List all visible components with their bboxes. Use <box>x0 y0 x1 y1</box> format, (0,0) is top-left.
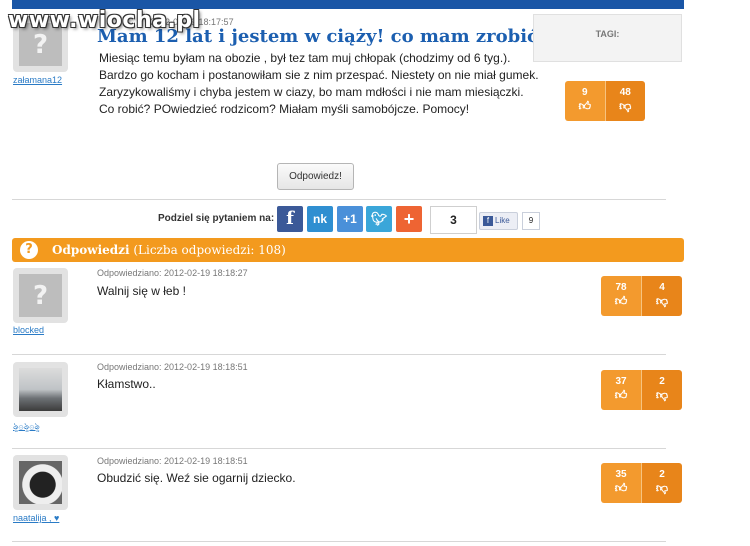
answer-date: Odpowiedziano: 2012-02-19 18:18:51 <box>97 456 248 466</box>
answer-author-link[interactable]: ৡ۞ৡ۞ৡ <box>13 419 40 434</box>
answer-date: Odpowiedziano: 2012-02-19 18:18:51 <box>97 362 248 372</box>
tags-box: TAGI: <box>533 14 682 62</box>
answer-vote-down[interactable]: 4 👎︎ <box>641 276 682 316</box>
answer-vote-down[interactable]: 2 👎︎ <box>641 370 682 410</box>
question-body: Miesiąc temu byłam na obozie , był tez t… <box>99 51 539 116</box>
question-vote-box: 9 👍︎ 48 👎︎ <box>565 81 645 121</box>
twitter-icon[interactable]: 🐦︎ <box>366 206 392 232</box>
share-label: Podziel się pytaniem na: <box>158 213 275 224</box>
like-count: 9 <box>522 212 540 230</box>
answer-vote-box: 78 👍︎ 4 👎︎ <box>601 276 682 316</box>
answer-text: Obudzić się. Weź sie ogarnij dziecko. <box>97 471 296 485</box>
answer-up-count: 78 <box>615 282 627 293</box>
like-label: Like <box>495 216 510 225</box>
share-count: 3 <box>430 206 477 234</box>
answer-vote-up[interactable]: 35 👍︎ <box>601 463 641 503</box>
facebook-small-icon: f <box>483 215 493 226</box>
google-plus-icon[interactable]: +1 <box>337 206 363 232</box>
thumbs-up-icon: 👍︎ <box>614 481 628 495</box>
answer-author-link[interactable]: naatalija , ♥ <box>13 513 59 523</box>
avatar-photo <box>19 461 62 504</box>
answer-author-avatar[interactable] <box>13 362 68 417</box>
answer-vote-box: 35 👍︎ 2 👎︎ <box>601 463 682 503</box>
answer-up-count: 35 <box>615 469 627 480</box>
plus-icon[interactable]: + <box>396 206 422 232</box>
thumbs-down-icon: 👎︎ <box>619 99 632 113</box>
thumbs-up-icon: 👍︎ <box>614 388 628 402</box>
divider <box>12 199 666 200</box>
answers-title: Odpowiedzi <box>52 243 130 257</box>
answer-up-count: 37 <box>615 376 627 387</box>
answer-down-count: 2 <box>659 376 665 387</box>
answer-button[interactable]: Odpowiedz! <box>277 163 354 190</box>
divider <box>12 354 666 355</box>
thumbs-down-icon: 👎︎ <box>655 388 669 402</box>
facebook-icon[interactable]: f <box>277 206 303 232</box>
question-vote-down[interactable]: 48 👎︎ <box>604 81 645 121</box>
thumbs-up-icon: 👍︎ <box>578 99 592 113</box>
avatar-photo <box>19 368 62 411</box>
answer-text: Kłamstwo.. <box>97 377 156 391</box>
site-watermark: www.wiocha.pl <box>8 8 201 33</box>
question-vote-up[interactable]: 9 👍︎ <box>565 81 605 121</box>
facebook-like-button[interactable]: f Like <box>479 212 518 230</box>
question-author-link[interactable]: załamana12 <box>13 75 62 85</box>
answers-count: (Liczba odpowiedzi: 108) <box>133 243 286 257</box>
thumbs-down-icon: 👎︎ <box>655 294 669 308</box>
speech-bubble-icon: ? <box>20 241 38 259</box>
tags-label: TAGI: <box>595 29 620 39</box>
answer-vote-down[interactable]: 2 👎︎ <box>641 463 682 503</box>
answer-author-avatar[interactable] <box>13 455 68 510</box>
answer-down-count: 2 <box>659 469 665 480</box>
answer-text: Walnij się w łeb ! <box>97 284 186 298</box>
question-up-count: 9 <box>581 87 588 98</box>
answer-vote-up[interactable]: 78 👍︎ <box>601 276 641 316</box>
divider <box>12 541 666 542</box>
avatar-placeholder-icon <box>19 274 62 317</box>
answer-down-count: 4 <box>659 282 665 293</box>
question-down-count: 48 <box>619 87 631 98</box>
thumbs-up-icon: 👍︎ <box>614 294 628 308</box>
answer-vote-up[interactable]: 37 👍︎ <box>601 370 641 410</box>
answers-header: ? Odpowiedzi (Liczba odpowiedzi: 108) <box>12 238 684 262</box>
answer-date: Odpowiedziano: 2012-02-19 18:18:27 <box>97 268 248 278</box>
answer-author-avatar[interactable] <box>13 268 68 323</box>
divider <box>12 448 666 449</box>
answer-author-link[interactable]: blocked <box>13 325 44 335</box>
answer-vote-box: 37 👍︎ 2 👎︎ <box>601 370 682 410</box>
thumbs-down-icon: 👎︎ <box>655 481 669 495</box>
nk-icon[interactable]: nk <box>307 206 333 232</box>
